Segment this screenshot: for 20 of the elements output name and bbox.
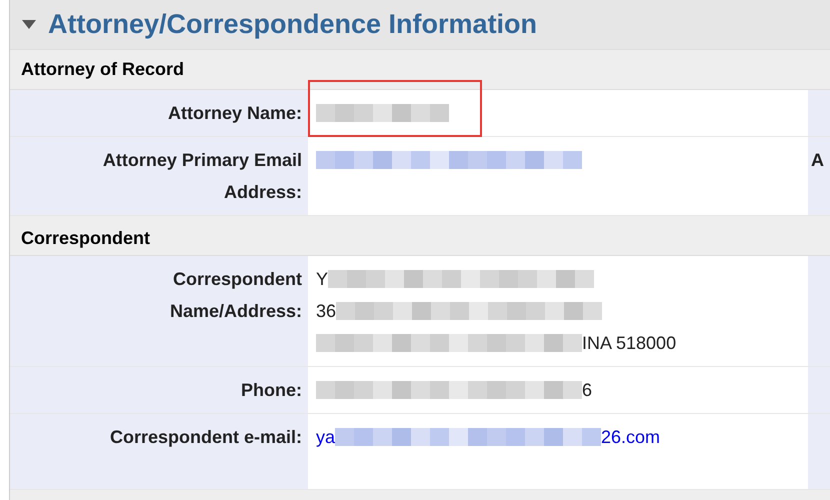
- email-link[interactable]: ya: [316, 424, 336, 450]
- field-value: 36: [316, 300, 336, 322]
- section-title: Attorney/Correspondence Information: [48, 8, 538, 42]
- collapse-triangle-icon[interactable]: [22, 20, 36, 29]
- field-label: Name/Address:: [170, 300, 302, 323]
- field-value: 6: [582, 378, 592, 402]
- email-link[interactable]: 26.com: [601, 424, 660, 450]
- field-label: A: [811, 150, 824, 170]
- field-label: Phone:: [241, 379, 302, 402]
- group-heading: Attorney of Record: [21, 58, 184, 81]
- field-label: Correspondent: [172, 268, 302, 291]
- field-value: Y: [316, 268, 328, 290]
- section-header[interactable]: Attorney/Correspondence Information: [10, 0, 830, 50]
- field-label: Attorney Primary Email: [102, 149, 302, 172]
- field-value: INA 518000: [582, 332, 676, 354]
- field-label: Attorney Name:: [168, 102, 302, 125]
- group-heading: Correspondent: [21, 227, 150, 250]
- field-label: Correspondent e-mail:: [110, 426, 302, 449]
- field-label: Address:: [224, 181, 302, 204]
- side-label-cell: [808, 367, 830, 413]
